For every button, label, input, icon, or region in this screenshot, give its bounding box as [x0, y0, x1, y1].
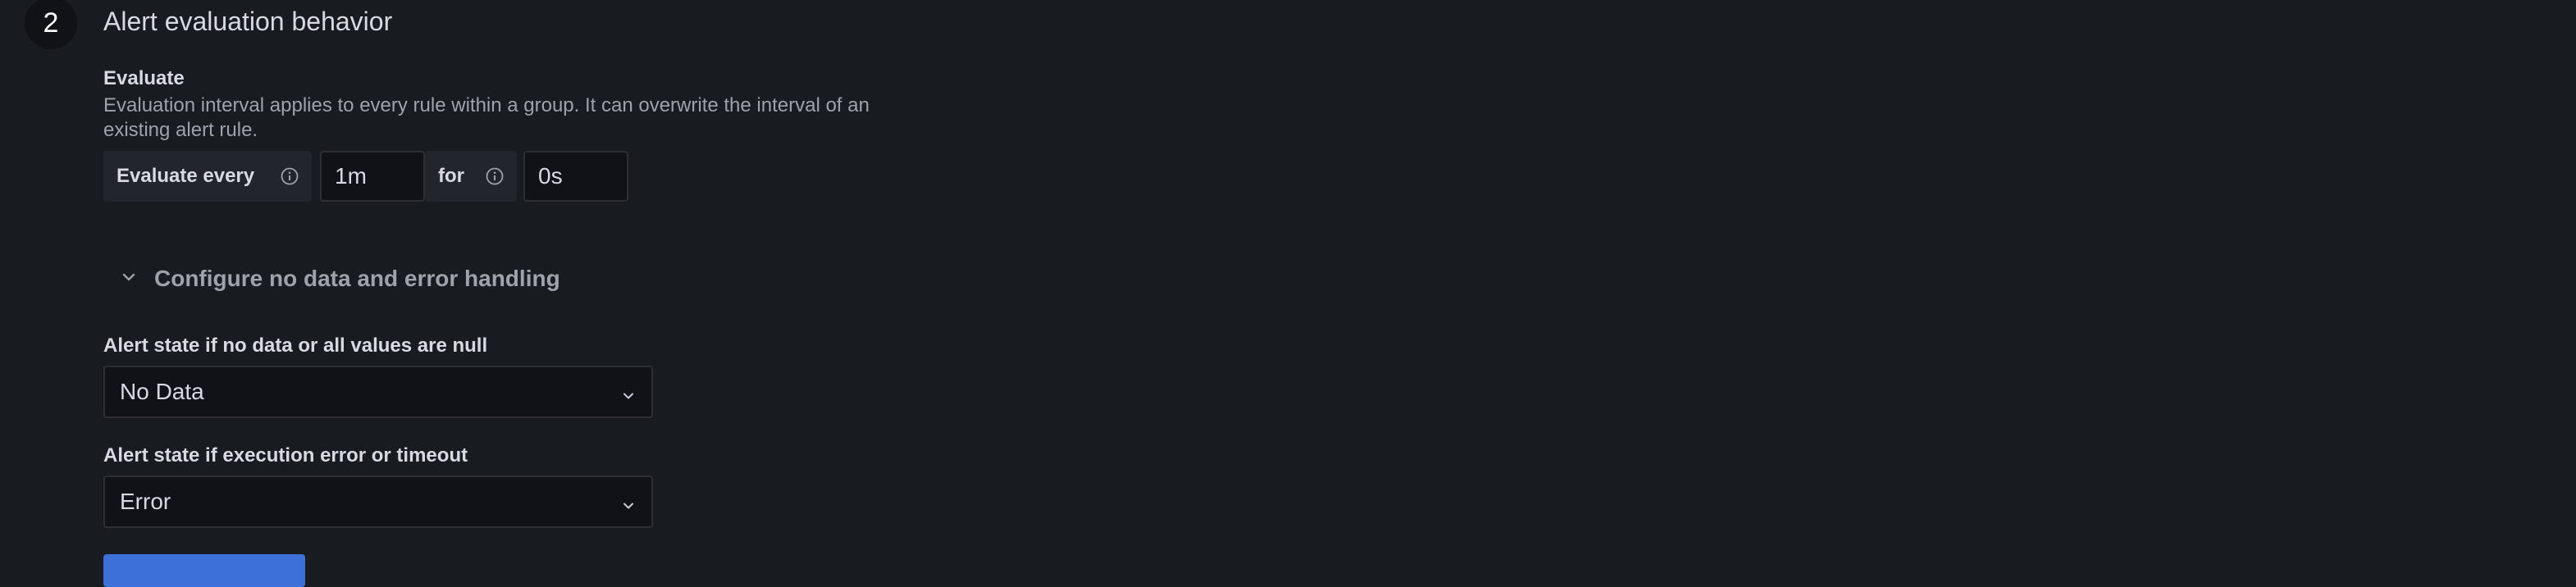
no-data-state-label: Alert state if no data or all values are… — [103, 334, 488, 357]
chevron-down-icon — [120, 266, 138, 292]
error-state-value: Error — [120, 489, 171, 514]
for-addon: for — [425, 151, 517, 202]
configure-no-data-toggle[interactable]: Configure no data and error handling — [120, 266, 560, 292]
error-state-label: Alert state if execution error or timeou… — [103, 444, 468, 466]
error-state-select[interactable]: Error — [103, 476, 653, 528]
configure-no-data-label: Configure no data and error handling — [154, 266, 560, 291]
chevron-down-icon — [620, 494, 637, 510]
for-input[interactable]: 0s — [523, 151, 628, 202]
no-data-state-select[interactable]: No Data — [103, 366, 653, 418]
evaluate-every-label: Evaluate every — [116, 165, 255, 187]
info-circle-icon[interactable] — [281, 167, 299, 185]
evaluate-every-input[interactable]: 1m — [320, 151, 425, 202]
section-title: Alert evaluation behavior — [103, 7, 393, 36]
no-data-state-value: No Data — [120, 379, 204, 404]
chevron-down-icon — [620, 384, 637, 400]
step-number-badge: 2 — [25, 0, 77, 49]
primary-button[interactable] — [103, 554, 305, 587]
for-label: for — [438, 165, 464, 187]
evaluate-label: Evaluate — [103, 67, 185, 89]
evaluate-every-addon: Evaluate every — [103, 151, 312, 202]
info-circle-icon[interactable] — [486, 167, 504, 185]
evaluate-description: Evaluation interval applies to every rul… — [103, 94, 870, 141]
